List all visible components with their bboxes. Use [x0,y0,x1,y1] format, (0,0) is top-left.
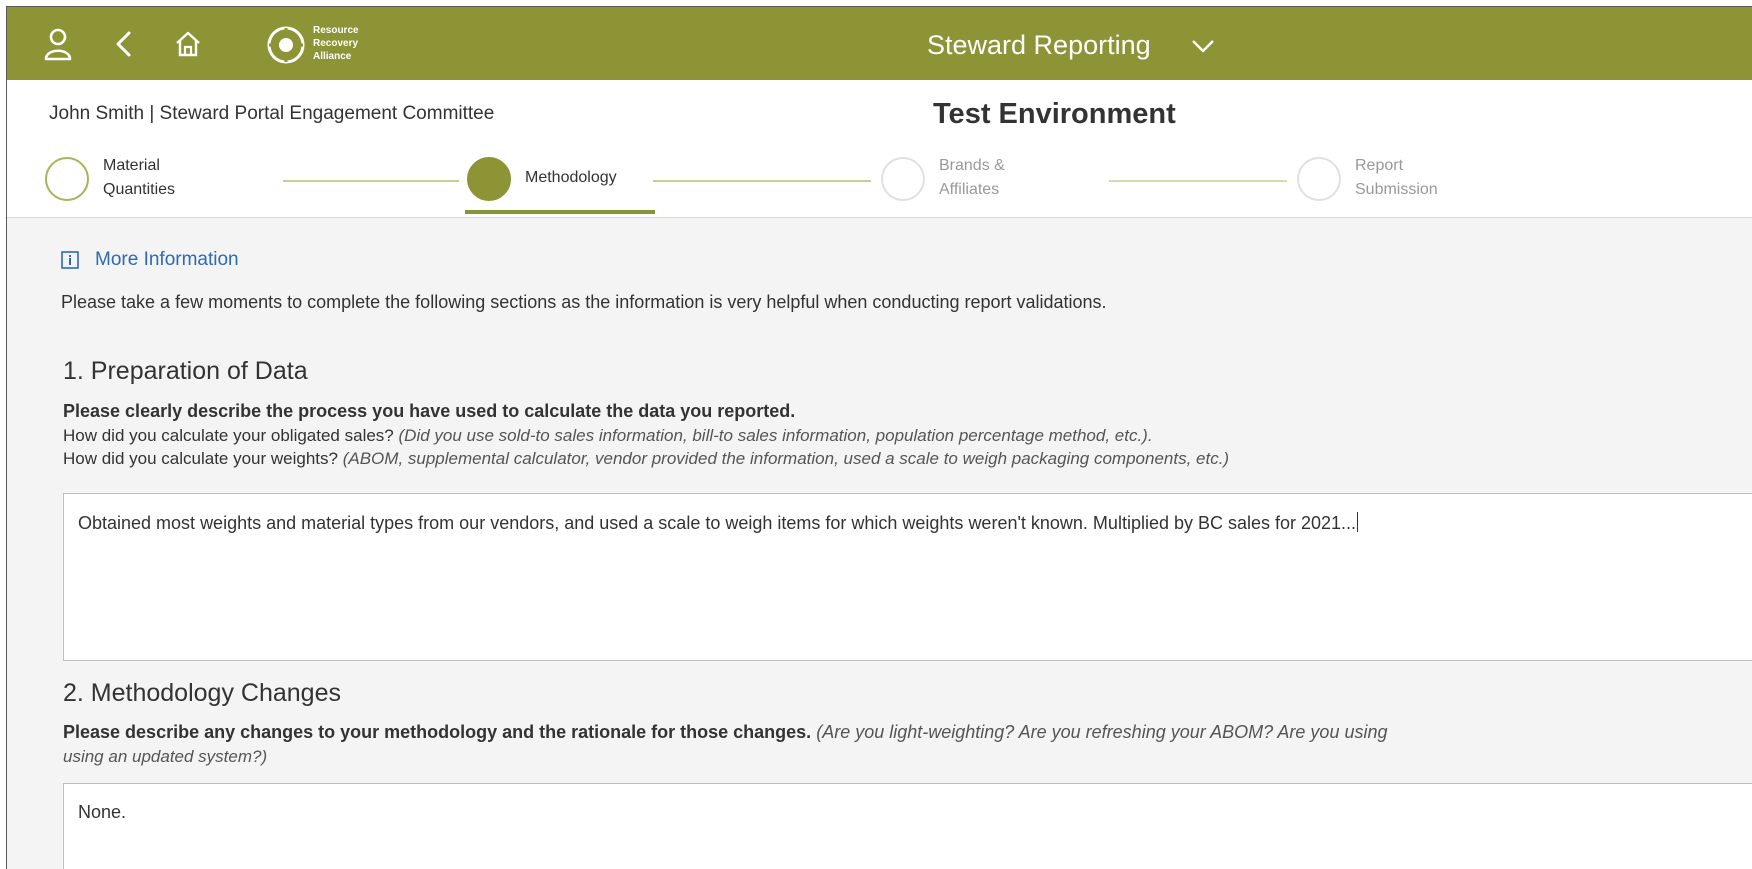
step-label: Brands & Affiliates [939,157,1005,198]
section-title-methodology-changes: 2. Methodology Changes [63,679,341,707]
chevron-down-icon[interactable] [1189,35,1217,57]
step-label: Report Submission [1355,157,1438,198]
environment-title: Test Environment [933,98,1176,130]
info-icon [61,251,79,269]
step-circle [467,157,511,201]
section2-question-cont: using an updated system?) [63,747,268,766]
section-title-preparation: 1. Preparation of Data [63,357,308,385]
user-line: John Smith | Steward Portal Engagement C… [49,103,495,124]
user-icon[interactable] [39,25,77,63]
logo: Resource Recovery Alliance [265,18,395,70]
section1-line1: How did you calculate your obligated sal… [63,426,1153,445]
step-circle [881,157,925,201]
content-area: More Information Please take a few momen… [7,217,1752,869]
section1-line2: How did you calculate your weights? (ABO… [63,449,1230,468]
logo-text: Resource Recovery Alliance [313,25,359,62]
step-connector [283,180,459,182]
app-frame: Resource Recovery Alliance Steward Repor… [6,6,1752,869]
more-information-label[interactable]: More Information [95,249,239,271]
step-circle [45,157,89,201]
step-label: Material Quantities [103,157,176,198]
subheader: John Smith | Steward Portal Engagement C… [7,80,1752,218]
step-label: Methodology [525,169,617,186]
app-title[interactable]: Steward Reporting [927,29,1151,61]
step-connector [653,180,871,182]
preparation-textarea[interactable]: Obtained most weights and material types… [63,493,1752,661]
section2-question: Please describe any changes to your meth… [63,722,1388,742]
text-caret [1357,512,1359,532]
logo-mark-icon [267,26,305,64]
back-icon[interactable] [105,25,143,63]
home-icon[interactable] [169,25,207,63]
active-step-indicator [465,210,655,214]
methodology-changes-textarea[interactable]: None. [63,783,1752,869]
section1-question: Please clearly describe the process you … [63,401,796,421]
step-connector [1109,180,1287,182]
intro-text: Please take a few moments to complete th… [61,292,1107,312]
step-circle [1297,157,1341,201]
shell-bar: Resource Recovery Alliance Steward Repor… [7,7,1752,80]
